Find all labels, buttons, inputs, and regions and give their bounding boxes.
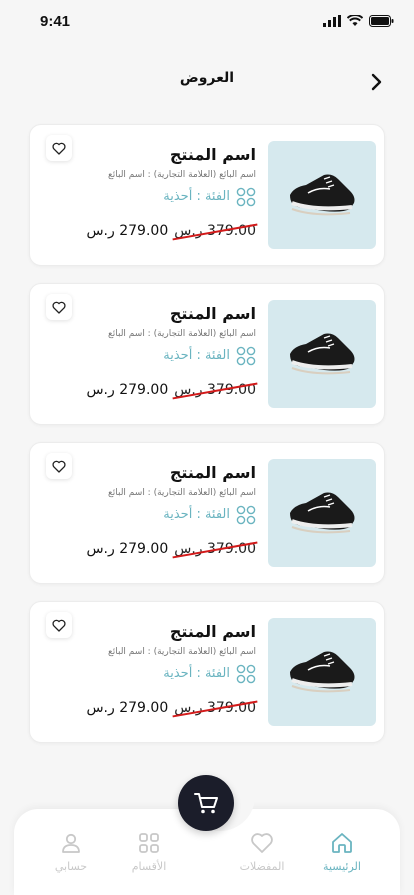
product-card[interactable]: اسم المنتج اسم البائع (العلامة التجارية)…: [29, 124, 385, 266]
category-label: الفئة : أحذية: [163, 507, 230, 522]
category-grid-icon: [236, 505, 256, 525]
signal-icon: [323, 15, 341, 27]
seller-name: اسم البائع (العلامة التجارية) : اسم البا…: [107, 488, 256, 498]
seller-name: اسم البائع (العلامة التجارية) : اسم البا…: [107, 329, 256, 339]
product-category: الفئة : أحذية: [46, 505, 256, 525]
new-price: 279.00 ر.س: [86, 223, 169, 239]
product-name: اسم المنتج: [169, 304, 256, 323]
product-image: [268, 141, 376, 249]
seller-name: اسم البائع (العلامة التجارية) : اسم البا…: [107, 647, 256, 657]
new-price: 279.00 ر.س: [86, 382, 169, 398]
price-row: 379.00 ر.س 279.00 ر.س: [46, 700, 256, 716]
product-info: اسم المنتج اسم البائع (العلامة التجارية)…: [46, 145, 256, 239]
shoe-image: [290, 492, 355, 534]
product-category: الفئة : أحذية: [46, 187, 256, 207]
price-row: 379.00 ر.س 279.00 ر.س: [46, 541, 256, 557]
category-label: الفئة : أحذية: [163, 189, 230, 204]
product-category: الفئة : أحذية: [46, 664, 256, 684]
category-grid-icon: [236, 187, 256, 207]
product-image: [268, 300, 376, 408]
back-button[interactable]: [364, 70, 388, 94]
category-label: الفئة : أحذية: [163, 348, 230, 363]
product-card[interactable]: اسم المنتج اسم البائع (العلامة التجارية)…: [29, 283, 385, 425]
status-bar: 9:41: [0, 0, 414, 44]
product-name: اسم المنتج: [169, 622, 256, 641]
product-list: اسم المنتج اسم البائع (العلامة التجارية)…: [29, 124, 385, 760]
nav-item-home[interactable]: الرئيسية: [307, 831, 377, 873]
header: العروض: [0, 64, 414, 100]
shoe-image: [290, 333, 355, 375]
old-price: 379.00 ر.س: [174, 700, 256, 716]
shoe-image: [290, 651, 355, 693]
battery-icon: [369, 15, 394, 27]
product-card[interactable]: اسم المنتج اسم البائع (العلامة التجارية)…: [29, 601, 385, 743]
seller-name: اسم البائع (العلامة التجارية) : اسم البا…: [107, 170, 256, 180]
nav-label-favorites: المفضلات: [239, 860, 285, 873]
grid-icon: [139, 833, 159, 853]
old-price: 379.00 ر.س: [174, 223, 256, 239]
home-icon: [332, 833, 352, 853]
page-title: العروض: [179, 70, 235, 86]
nav-item-account[interactable]: حسابي: [36, 831, 106, 873]
old-price: 379.00 ر.س: [174, 382, 256, 398]
product-card[interactable]: اسم المنتج اسم البائع (العلامة التجارية)…: [29, 442, 385, 584]
cart-button[interactable]: [178, 775, 234, 831]
old-price: 379.00 ر.س: [174, 541, 256, 557]
product-image: [268, 618, 376, 726]
status-icons: [323, 15, 394, 27]
product-info: اسم المنتج اسم البائع (العلامة التجارية)…: [46, 463, 256, 557]
product-name: اسم المنتج: [169, 463, 256, 482]
nav-label-home: الرئيسية: [323, 860, 361, 873]
category-grid-icon: [236, 664, 256, 684]
nav-label-account: حسابي: [54, 860, 88, 873]
wifi-icon: [347, 15, 363, 26]
status-time: 9:41: [40, 13, 71, 30]
price-row: 379.00 ر.س 279.00 ر.س: [46, 223, 256, 239]
chevron-right-icon: [371, 73, 382, 91]
nav-item-categories[interactable]: الأقسام: [114, 831, 184, 873]
product-name: اسم المنتج: [169, 145, 256, 164]
nav-label-categories: الأقسام: [131, 860, 167, 873]
product-info: اسم المنتج اسم البائع (العلامة التجارية)…: [46, 622, 256, 716]
new-price: 279.00 ر.س: [86, 541, 169, 557]
price-row: 379.00 ر.س 279.00 ر.س: [46, 382, 256, 398]
product-info: اسم المنتج اسم البائع (العلامة التجارية)…: [46, 304, 256, 398]
nav-item-favorites[interactable]: المفضلات: [227, 831, 297, 873]
product-image: [268, 459, 376, 567]
heart-icon: [251, 833, 273, 853]
new-price: 279.00 ر.س: [86, 700, 169, 716]
category-label: الفئة : أحذية: [163, 666, 230, 681]
shoe-image: [290, 174, 355, 216]
cart-icon: [194, 793, 218, 814]
product-category: الفئة : أحذية: [46, 346, 256, 366]
user-icon: [62, 833, 80, 853]
category-grid-icon: [236, 346, 256, 366]
